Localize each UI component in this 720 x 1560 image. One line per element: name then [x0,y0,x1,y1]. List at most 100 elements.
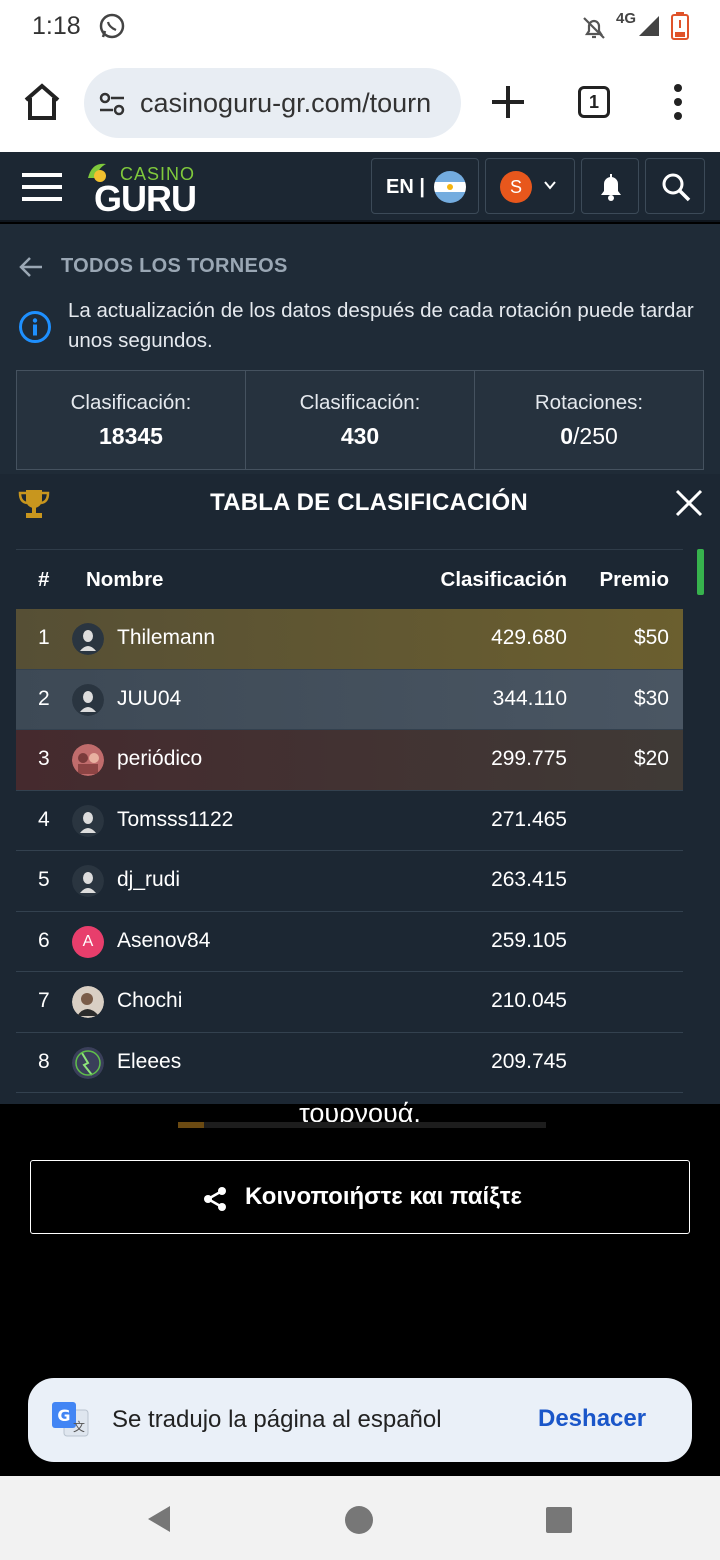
svg-text:文: 文 [73,1419,85,1434]
info-icon [19,311,51,343]
row-score: 209.745 [491,1049,567,1073]
table-row[interactable]: 7 Chochi 210.045 [16,972,683,1033]
bell-icon [601,174,621,201]
argentina-flag-icon [434,171,466,203]
row-name: Asenov84 [117,928,211,952]
row-score: 429.680 [491,626,567,649]
undo-button[interactable]: Deshacer [538,1405,646,1433]
leaderboard-title: TABLA DE CLASIFICACIÓN [210,489,528,516]
back-triangle-icon[interactable] [144,1504,174,1534]
whatsapp-icon [99,13,125,39]
table-body: 1 Thilemann 429.680 $50 2 JUU04 344.110 … [16,609,683,1093]
table-row[interactable]: 1 Thilemann 429.680 $50 [16,609,683,670]
user-photo-avatar [72,1046,104,1079]
translate-toast: G 文 Se tradujo la página al español Desh… [28,1378,692,1462]
url-text[interactable]: casinoguru-gr.com/tourn [140,88,450,119]
row-score: 299.775 [491,747,567,770]
row-rank: 1 [38,626,50,649]
user-avatar: S [500,171,532,203]
close-icon[interactable] [674,488,704,518]
stats-panel: Clasificación: 18345 Clasificación: 430 … [16,370,704,470]
row-score: 344.110 [492,686,567,710]
row-name: Chochi [117,989,183,1012]
row-rank: 4 [38,807,50,831]
row-name: JUU04 [117,686,182,710]
stat-ranking: Clasificación: 18345 [17,371,246,469]
browser-toolbar: casinoguru-gr.com/tourn 1 [0,54,720,152]
row-name: periódico [117,747,203,770]
tabs-icon[interactable]: 1 [578,86,610,118]
table-row[interactable]: 6 A Asenov84 259.105 [16,912,683,972]
stat-label: Clasificación: [299,391,421,414]
row-prize: $30 [633,686,669,710]
home-icon[interactable] [20,80,64,124]
row-score: 263.415 [491,868,567,891]
table-row[interactable]: 5 dj_rudi 263.415 [16,851,683,912]
stat-value: 0/250 [475,423,703,450]
tournament-section: TODOS LOS TORNEOS La actualización de lo… [0,224,720,1104]
table-row[interactable]: 8 Eleees 209.745 [16,1033,683,1093]
user-photo-avatar [72,744,104,776]
info-message: La actualización de los datos después de… [68,299,694,352]
system-navigation-bar [0,1476,720,1560]
all-tournaments-label: TODOS LOS TORNEOS [61,255,288,277]
table-row[interactable]: 2 JUU04 344.110 $30 [16,669,683,730]
leaderboard-table[interactable]: # Nombre Clasificación Premio 1 Thileman… [0,540,720,1104]
row-prize: $50 [633,626,669,649]
row-name: Thilemann [117,626,216,649]
progress-fill [178,1122,204,1128]
stat-label: Clasificación: [70,391,192,414]
arrow-left-icon [19,257,42,277]
logo-guru-text: GURU [94,178,197,219]
row-rank: 5 [38,868,50,891]
share-icon [204,1187,226,1211]
language-selector[interactable]: EN | [371,158,479,214]
row-rank: 8 [38,1049,50,1073]
table-header: # Nombre Clasificación Premio [16,549,683,609]
new-tab-icon[interactable] [488,82,528,122]
site-settings-icon[interactable] [98,90,126,118]
chevron-down-icon [544,181,556,190]
address-bar[interactable]: casinoguru-gr.com/tourn [84,68,461,138]
row-score: 210.045 [491,989,567,1012]
network-type: 4G [616,10,637,27]
col-score: Clasificación [440,568,567,591]
share-and-play-button[interactable]: Κοινοποιήστε και παίξτε [30,1160,690,1234]
home-circle-icon[interactable] [345,1506,373,1534]
casino-guru-logo[interactable]: CASINO GURU [84,160,204,219]
table-row[interactable]: 4 Tomsss1122 271.465 [16,791,683,851]
row-rank: 6 [38,928,50,952]
spins-used: 0 [560,423,574,449]
recents-square-icon[interactable] [546,1507,572,1533]
google-translate-icon: G 文 [52,1402,89,1437]
stat-spins: Rotaciones: 0/250 [475,371,703,469]
hamburger-menu-icon[interactable] [22,172,62,202]
leaderboard-header: TABLA DE CLASIFICACIÓN [0,474,720,540]
row-rank: 7 [38,989,50,1012]
status-time: 1:18 [32,12,81,40]
search-button[interactable] [645,158,705,214]
share-button-label: Κοινοποιήστε και παίξτε [245,1183,522,1210]
spins-total: /250 [573,423,618,449]
bell-off-icon [583,17,605,39]
row-rank: 3 [38,747,50,770]
letter-avatar: A [72,925,104,958]
stat-label: Rotaciones: [534,391,644,414]
status-bar: 1:18 4G [0,0,720,54]
user-menu-button[interactable]: S [485,158,575,214]
user-photo-avatar [72,986,104,1018]
notifications-button[interactable] [581,158,639,214]
row-name: Eleees [117,1049,182,1073]
row-name: Tomsss1122 [117,807,234,831]
table-row[interactable]: 3 periódico 299.775 $20 [16,730,683,791]
svg-text:G: G [57,1406,70,1425]
menu-icon[interactable] [666,82,690,122]
stat-score: Clasificación: 430 [246,371,475,469]
default-avatar-icon [72,804,104,837]
scrollbar[interactable] [697,549,704,595]
col-prize: Premio [599,568,670,591]
row-score: 259.105 [491,928,567,952]
stat-value: 18345 [99,423,163,449]
default-avatar-icon [72,683,104,716]
language-label: EN | [386,176,425,198]
